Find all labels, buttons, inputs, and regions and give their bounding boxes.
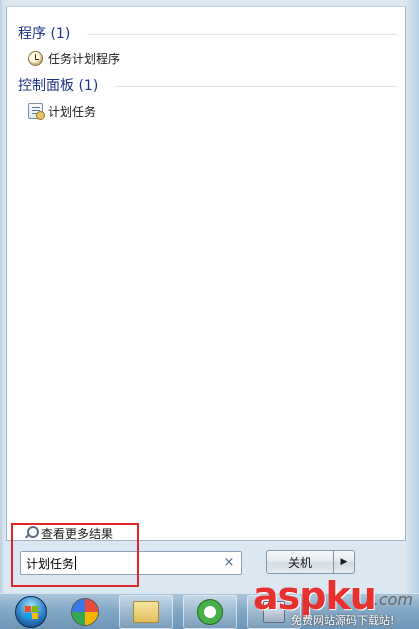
search-input[interactable]: 计划任务 × <box>20 551 242 575</box>
group-header-label: 控制面板 (1) <box>18 78 99 94</box>
search-icon <box>24 526 39 540</box>
folder-icon <box>133 601 159 623</box>
colorful-ball-icon <box>71 598 99 626</box>
text-caret <box>75 556 77 570</box>
see-more-label: 查看更多结果 <box>41 526 114 541</box>
ie-icon <box>197 599 223 625</box>
shutdown-button[interactable]: 关机 <box>266 550 334 574</box>
see-more-results-link[interactable]: 查看更多结果 <box>24 525 113 541</box>
result-item-label: 计划任务 <box>48 104 97 119</box>
taskbar-button[interactable] <box>119 595 173 629</box>
group-divider <box>87 34 397 35</box>
windows-orb-icon <box>15 596 47 628</box>
shutdown-options-arrow-icon[interactable]: ▶ <box>333 550 355 574</box>
clock-icon <box>28 50 43 66</box>
start-menu: 程序 (1) 任务计划程序 控制面板 (1) 计划任务 查看更多结果 计划任务 … <box>0 0 419 593</box>
start-button[interactable] <box>4 595 58 629</box>
task-scheduler-icon <box>28 103 45 120</box>
result-item-task-scheduler-program[interactable]: 任务计划程序 <box>28 48 120 68</box>
group-header-label: 程序 (1) <box>18 26 71 42</box>
result-item-label: 任务计划程序 <box>48 51 121 66</box>
search-results-pane: 程序 (1) 任务计划程序 控制面板 (1) 计划任务 查看更多结果 <box>6 6 406 541</box>
shutdown-control: 关机 ▶ <box>266 550 358 574</box>
group-divider <box>115 86 397 87</box>
app-icon <box>263 601 285 623</box>
taskbar <box>0 593 419 629</box>
clear-search-icon[interactable]: × <box>223 556 235 570</box>
taskbar-button[interactable] <box>183 595 237 629</box>
group-header-programs[interactable]: 程序 (1) <box>18 24 70 42</box>
taskbar-button[interactable] <box>247 595 301 629</box>
group-header-control-panel[interactable]: 控制面板 (1) <box>18 76 98 94</box>
search-input-value: 计划任务 <box>26 556 75 571</box>
result-item-scheduled-tasks[interactable]: 计划任务 <box>28 101 96 121</box>
taskbar-button[interactable] <box>58 595 112 629</box>
